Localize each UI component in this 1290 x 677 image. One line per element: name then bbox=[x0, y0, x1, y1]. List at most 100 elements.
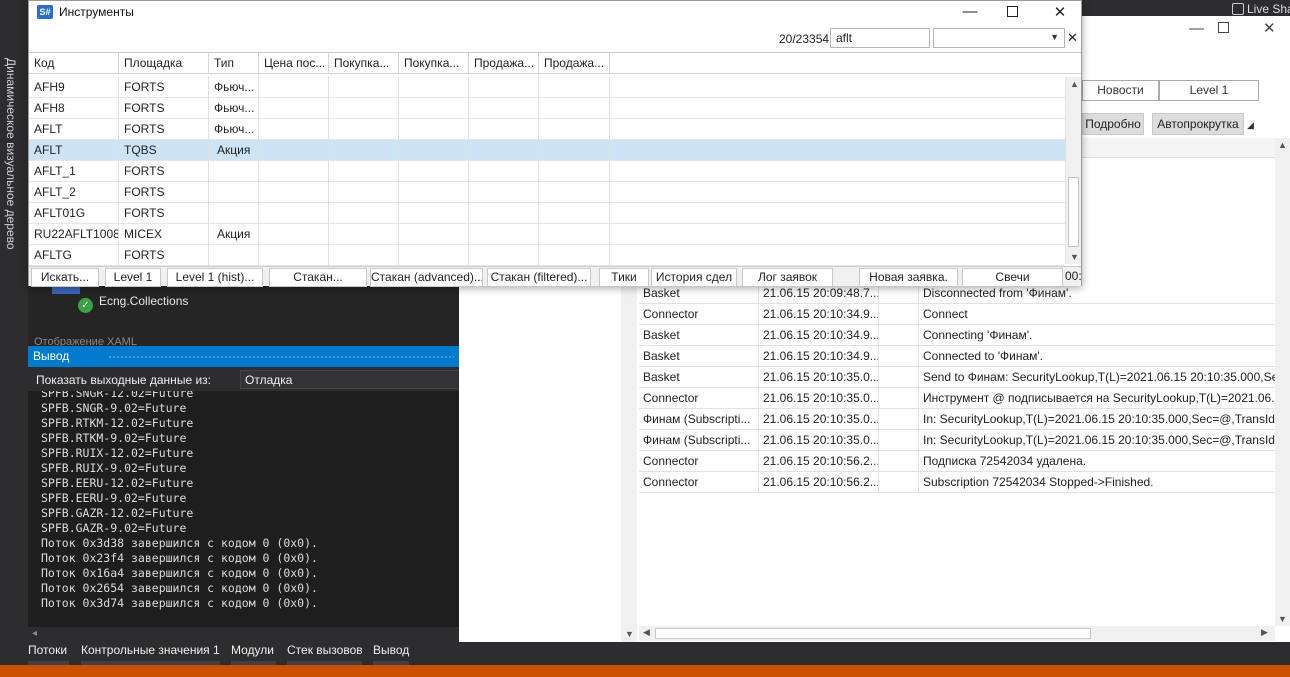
time-stub: 00: bbox=[1065, 269, 1082, 283]
cell-type: Фьюч... bbox=[209, 98, 259, 119]
log-row[interactable]: Финам (Subscripti... 21.06.15 20:10:35.0.… bbox=[639, 430, 1275, 451]
minimize-icon[interactable]: — bbox=[955, 3, 985, 20]
tab-level1[interactable]: Level 1 bbox=[1159, 80, 1259, 101]
maximize-icon[interactable] bbox=[1218, 22, 1229, 33]
column-header[interactable]: Продажа... bbox=[539, 53, 610, 74]
scroll-up-icon[interactable]: ▲ bbox=[1070, 79, 1079, 89]
log-row[interactable]: Connector 21.06.15 20:10:56.2... Подписка … bbox=[639, 451, 1275, 472]
log-vscrollbar[interactable]: ▲ ▼ bbox=[1275, 138, 1290, 626]
log-time: 21.06.15 20:10:35.0... bbox=[759, 367, 879, 388]
scroll-right-icon[interactable]: ▶ bbox=[1261, 627, 1268, 638]
scroll-down-icon[interactable]: ▼ bbox=[1070, 252, 1079, 262]
maximize-icon[interactable] bbox=[1007, 6, 1018, 17]
column-header[interactable]: Площадка bbox=[119, 53, 209, 74]
autoscroll-button[interactable]: Автопрокрутка bbox=[1152, 113, 1244, 135]
detailed-button[interactable]: Подробно bbox=[1082, 113, 1144, 135]
filter-combobox[interactable]: ▼ bbox=[933, 28, 1065, 48]
scroll-thumb[interactable] bbox=[655, 628, 1091, 639]
log-level bbox=[879, 325, 919, 346]
close-icon[interactable]: ✕ bbox=[1045, 3, 1075, 21]
bottom-tab[interactable]: Модули bbox=[231, 643, 274, 657]
search-input[interactable]: aflt bbox=[830, 28, 930, 48]
log-row[interactable]: Connector 21.06.15 20:10:56.2... Subscript… bbox=[639, 472, 1275, 493]
output-toolbar: Показать выходные данные из: Отладка bbox=[28, 367, 487, 391]
column-header[interactable]: Покупка... bbox=[329, 53, 399, 74]
instrument-row[interactable]: AFLT FORTS Фьюч... bbox=[29, 119, 1065, 140]
bottom-tab[interactable]: Контрольные значения 1 bbox=[81, 643, 220, 657]
log-source: Connector bbox=[639, 304, 759, 325]
instrument-row[interactable]: AFH8 FORTS Фьюч... bbox=[29, 98, 1065, 119]
bottom-tab[interactable]: Потоки bbox=[28, 643, 67, 657]
cell-empty bbox=[259, 77, 329, 98]
log-hscrollbar[interactable]: ◀ ▶ bbox=[639, 626, 1275, 641]
log-message: Subscription 72542034 Stopped->Finished. bbox=[923, 475, 1154, 489]
instrument-row[interactable]: AFLT_2 FORTS bbox=[29, 182, 1065, 203]
source-list-scrollbar[interactable]: ▼ bbox=[621, 286, 637, 642]
action-button[interactable]: Свечи bbox=[962, 268, 1063, 287]
cell-empty bbox=[329, 161, 399, 182]
log-source: Basket bbox=[639, 325, 759, 346]
cell-code: AFLT_1 bbox=[29, 161, 119, 182]
instrument-row[interactable]: AFH9 FORTS Фьюч... bbox=[29, 77, 1065, 98]
action-button[interactable]: Новая заявка. bbox=[859, 268, 958, 287]
drag-grip bbox=[108, 355, 454, 359]
cell-board: MICEX bbox=[119, 224, 209, 245]
scroll-thumb[interactable] bbox=[1068, 177, 1079, 247]
instruments-titlebar[interactable]: S# Инструменты — ✕ bbox=[29, 1, 1081, 23]
column-header[interactable]: Цена пос... bbox=[259, 53, 329, 74]
live-share-button[interactable]: Live Sha bbox=[1232, 2, 1290, 16]
scroll-left-icon[interactable]: ◀ bbox=[643, 627, 650, 638]
search-row: 20/23354 aflt ▼ ✕ bbox=[29, 28, 1081, 50]
action-button[interactable]: Level 1 (hist)... bbox=[167, 268, 263, 287]
instrument-row[interactable]: AFLT_1 FORTS bbox=[29, 161, 1065, 182]
output-source-select[interactable]: Отладка bbox=[240, 370, 487, 389]
log-row[interactable]: Connector 21.06.15 20:10:35.0... Инструмен… bbox=[639, 388, 1275, 409]
tab-news[interactable]: Новости bbox=[1082, 80, 1159, 101]
action-button[interactable]: Искать... bbox=[31, 268, 99, 287]
grid-vscrollbar[interactable]: ▲ ▼ bbox=[1065, 77, 1081, 264]
column-header[interactable]: Код bbox=[29, 53, 119, 74]
action-button[interactable]: Level 1 bbox=[105, 268, 161, 287]
minimize-icon[interactable]: — bbox=[1189, 20, 1204, 37]
action-button[interactable]: Стакан... bbox=[269, 268, 367, 287]
source-list[interactable] bbox=[459, 286, 637, 642]
live-visual-tree-tab[interactable]: Динамическое визуальное дерево bbox=[4, 58, 18, 250]
action-button[interactable]: Тики bbox=[599, 268, 649, 287]
column-header[interactable]: Продажа... bbox=[469, 53, 539, 74]
instrument-row[interactable]: AFLTG FORTS bbox=[29, 245, 1065, 266]
action-button[interactable]: Лог заявок bbox=[742, 268, 833, 287]
output-panel-title[interactable]: Вывод bbox=[28, 346, 459, 367]
cell-empty bbox=[539, 182, 610, 203]
output-line: SPFB.EERU-9.02=Future bbox=[41, 491, 187, 505]
bottom-tab[interactable]: Вывод bbox=[373, 643, 409, 657]
cell-empty bbox=[469, 203, 539, 224]
action-button[interactable]: Стакан (advanced)... bbox=[370, 268, 483, 287]
column-header[interactable]: Покупка... bbox=[399, 53, 469, 74]
instrument-row[interactable]: AFLT01G FORTS bbox=[29, 203, 1065, 224]
column-header[interactable]: Тип bbox=[209, 53, 259, 74]
cell-empty bbox=[399, 245, 469, 266]
cell-type bbox=[209, 245, 259, 266]
output-line: SPFB.SNGR-12.02=Future bbox=[41, 391, 194, 400]
log-row[interactable]: Basket 21.06.15 20:10:34.9... Connected to… bbox=[639, 346, 1275, 367]
log-row[interactable]: Basket 21.06.15 20:10:34.9... Connecting '… bbox=[639, 325, 1275, 346]
action-button[interactable]: История сдел bbox=[651, 268, 737, 287]
clear-search-icon[interactable]: ✕ bbox=[1067, 30, 1078, 46]
solution-item-ecng-collections[interactable]: ✓ Ecng.Collections bbox=[78, 294, 188, 313]
output-hscrollbar[interactable]: ◂ bbox=[28, 627, 459, 641]
instrument-row[interactable]: RU22AFLT1008 MICEX Акция bbox=[29, 224, 1065, 245]
cell-empty bbox=[539, 77, 610, 98]
log-row[interactable]: Basket 21.06.15 20:10:35.0... Send to Фина… bbox=[639, 367, 1275, 388]
action-button[interactable]: Стакан (filtered)... bbox=[487, 268, 591, 287]
bottom-tab[interactable]: Стек вызовов bbox=[287, 643, 363, 657]
cell-type bbox=[209, 182, 259, 203]
scroll-left-icon[interactable]: ◂ bbox=[32, 628, 37, 639]
log-message: Connecting 'Финам'. bbox=[923, 328, 1033, 342]
log-row[interactable]: Финам (Subscripti... 21.06.15 20:10:35.0.… bbox=[639, 409, 1275, 430]
scroll-down-icon[interactable]: ▼ bbox=[1278, 614, 1287, 624]
instrument-row[interactable]: AFLT TQBS Акция bbox=[29, 140, 1065, 161]
log-row[interactable]: Connector 21.06.15 20:10:34.9... Connect bbox=[639, 304, 1275, 325]
scroll-up-icon[interactable]: ▲ bbox=[1278, 140, 1287, 150]
scroll-down-icon[interactable]: ▼ bbox=[625, 629, 634, 639]
close-icon[interactable]: ✕ bbox=[1263, 19, 1276, 37]
